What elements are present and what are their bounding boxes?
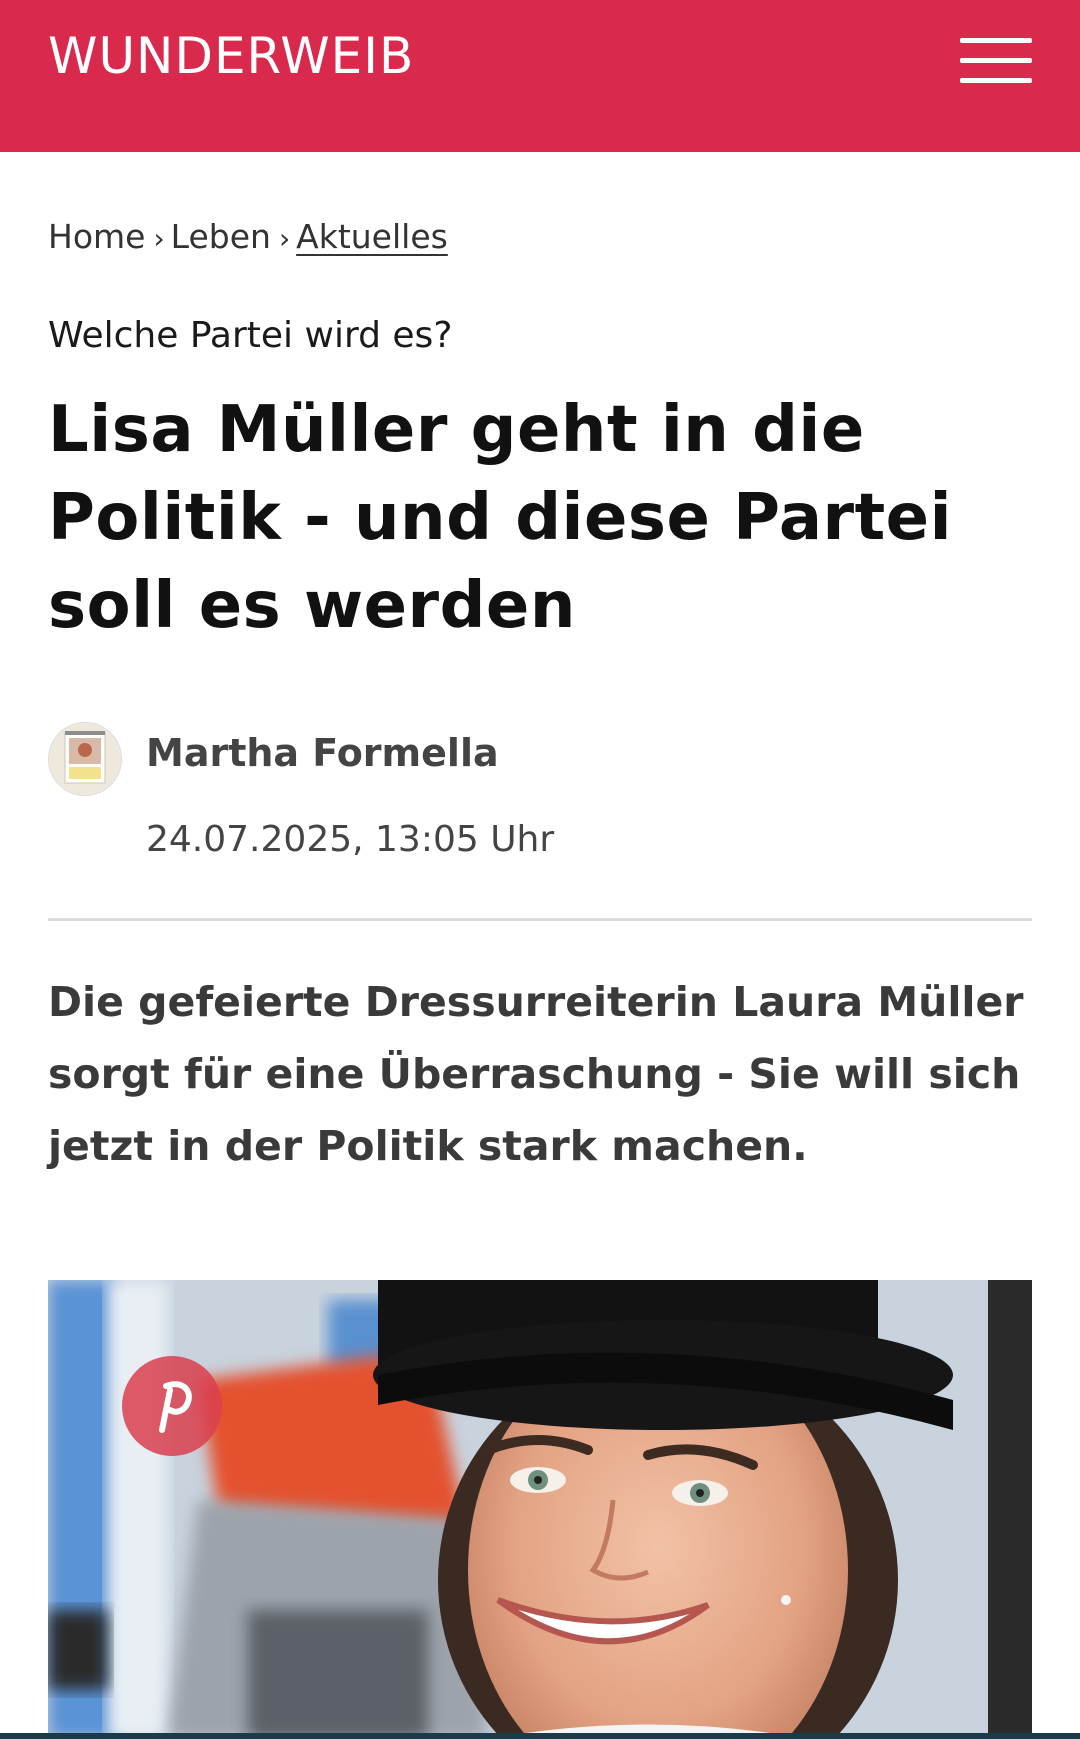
pinterest-share-button[interactable] <box>122 1356 222 1456</box>
article-kicker: Welche Partei wird es? <box>48 315 453 356</box>
chevron-right-icon: › <box>278 222 291 255</box>
pinterest-icon <box>159 1381 192 1433</box>
breadcrumb-leben[interactable]: Leben <box>171 217 271 256</box>
publish-date: 24.07.2025, 13:05 Uhr <box>146 819 555 860</box>
breadcrumb: Home › Leben › Aktuelles <box>48 214 448 262</box>
author-avatar[interactable] <box>48 722 122 796</box>
breadcrumb-home[interactable]: Home <box>48 217 145 256</box>
breadcrumb-aktuelles[interactable]: Aktuelles <box>296 217 448 256</box>
chevron-right-icon: › <box>153 222 165 255</box>
article-teaser: Die gefeierte Dressurreiterin Laura Müll… <box>48 978 1024 1170</box>
author-name[interactable]: Martha Formella <box>146 728 499 778</box>
divider <box>48 918 1032 921</box>
site-logo[interactable]: WUNDERWEIB <box>48 26 414 86</box>
article-headline: Lisa Müller geht in die Politik - und di… <box>48 393 952 643</box>
bottom-bar <box>0 1733 1080 1739</box>
article-hero-image <box>48 1280 1032 1739</box>
hamburger-menu-icon <box>960 38 1032 43</box>
menu-button[interactable] <box>958 34 1034 90</box>
site-header: WUNDERWEIB <box>0 0 1080 152</box>
